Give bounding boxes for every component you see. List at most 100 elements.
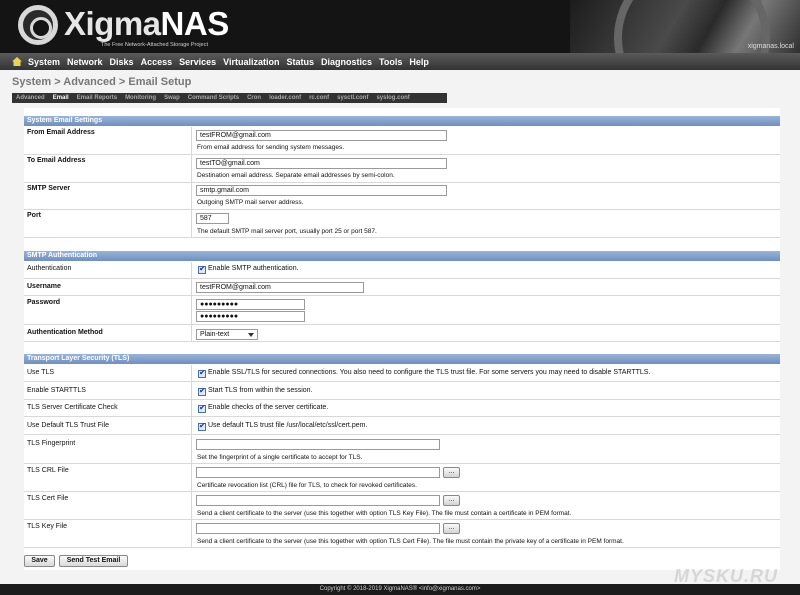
footer-copyright: Copyright © 2018-2019 XigmaNAS® <info@xi… <box>0 584 800 595</box>
authentication-label: Authentication <box>27 265 72 272</box>
username-input[interactable]: testFROM@gmail.com <box>196 282 364 293</box>
menu-network[interactable]: Network <box>67 57 103 67</box>
menu-system[interactable]: System <box>28 57 60 67</box>
row-to-email: To Email Address testTO@gmail.com Destin… <box>24 155 780 183</box>
fingerprint-label: TLS Fingerprint <box>27 440 76 447</box>
key-file-browse-button[interactable]: ... <box>443 523 460 534</box>
authentication-cell: Enable SMTP authentication. <box>191 262 780 278</box>
main-menu: System Network Disks Access Services Vir… <box>0 53 800 70</box>
auth-method-label: Authentication Method <box>27 329 103 336</box>
key-file-input[interactable] <box>196 523 440 534</box>
fingerprint-input[interactable] <box>196 439 440 450</box>
row-auth-method: Authentication Method Plain-text <box>24 325 780 342</box>
row-key-file: TLS Key File ... Send a client certifica… <box>24 520 780 548</box>
tab-loader-conf[interactable]: loader.conf <box>269 95 301 101</box>
crl-file-input[interactable] <box>196 467 440 478</box>
use-tls-checkbox[interactable] <box>198 368 206 378</box>
row-authentication: Authentication Enable SMTP authenticatio… <box>24 262 780 279</box>
starttls-checkbox-label: Start TLS from within the session. <box>208 387 313 394</box>
xigmanas-logo-icon <box>18 5 58 45</box>
port-label: Port <box>27 212 41 219</box>
row-smtp-server: SMTP Server smtp.gmail.com Outgoing SMTP… <box>24 183 780 210</box>
from-email-help: From email address for sending system me… <box>197 144 345 151</box>
port-cell: 587 The default SMTP mail server port, u… <box>191 210 780 237</box>
username-label: Username <box>27 283 61 290</box>
tab-command-scripts[interactable]: Command Scripts <box>188 95 239 101</box>
app-header: XigmaNAS The Free Network-Attached Stora… <box>0 0 800 53</box>
smtp-server-input[interactable]: smtp.gmail.com <box>196 185 447 196</box>
tab-syslog-conf[interactable]: syslog.conf <box>376 95 409 101</box>
menu-services[interactable]: Services <box>179 57 216 67</box>
to-email-help: Destination email address. Separate emai… <box>197 172 395 179</box>
from-email-label: From Email Address <box>27 129 95 136</box>
tab-rc-conf[interactable]: rc.conf <box>309 95 329 101</box>
hostname: xigmanas.local <box>747 43 794 50</box>
section-smtp-auth: SMTP Authentication <box>24 251 780 261</box>
smtp-server-help: Outgoing SMTP mail server address. <box>197 199 304 206</box>
cert-check-checkbox-label: Enable checks of the server certificate. <box>208 404 329 411</box>
username-cell: testFROM@gmail.com <box>191 279 780 295</box>
fingerprint-cell: Set the fingerprint of a single certific… <box>191 435 780 463</box>
cert-file-help: Send a client certificate to the server … <box>197 510 572 517</box>
auth-method-value: Plain-text <box>200 331 230 338</box>
trust-file-checkbox[interactable] <box>198 421 206 431</box>
starttls-cell: Start TLS from within the session. <box>191 382 780 399</box>
cert-file-label: TLS Cert File <box>27 495 69 502</box>
menu-diagnostics[interactable]: Diagnostics <box>321 57 372 67</box>
send-test-email-button[interactable]: Send Test Email <box>59 555 128 567</box>
brand-tagline: The Free Network-Attached Storage Projec… <box>101 42 208 48</box>
home-icon[interactable] <box>12 57 22 66</box>
cert-check-checkbox[interactable] <box>198 403 206 413</box>
cert-file-browse-button[interactable]: ... <box>443 495 460 506</box>
cert-check-cell: Enable checks of the server certificate. <box>191 400 780 416</box>
tab-cron[interactable]: Cron <box>247 95 261 101</box>
row-cert-check: TLS Server Certificate Check Enable chec… <box>24 400 780 417</box>
row-use-tls: Use TLS Enable SSL/TLS for secured conne… <box>24 365 780 382</box>
crl-file-label: TLS CRL File <box>27 467 69 474</box>
menu-help[interactable]: Help <box>409 57 429 67</box>
row-username: Username testFROM@gmail.com <box>24 279 780 296</box>
menu-status[interactable]: Status <box>287 57 315 67</box>
cert-file-input[interactable] <box>196 495 440 506</box>
smtp-auth-checkbox-label: Enable SMTP authentication. <box>208 265 299 272</box>
starttls-label: Enable STARTTLS <box>27 387 86 394</box>
starttls-checkbox[interactable] <box>198 386 206 396</box>
row-cert-file: TLS Cert File ... Send a client certific… <box>24 492 780 520</box>
use-tls-cell: Enable SSL/TLS for secured connections. … <box>191 365 780 381</box>
row-password: Password ●●●●●●●●● ●●●●●●●●● <box>24 296 780 325</box>
crl-file-help: Certificate revocation list (CRL) file f… <box>197 482 417 489</box>
chevron-down-icon <box>248 333 254 337</box>
trust-file-checkbox-label: Use default TLS trust file /usr/local/et… <box>208 422 368 429</box>
tab-sysctl-conf[interactable]: sysctl.conf <box>337 95 368 101</box>
key-file-cell: ... Send a client certificate to the ser… <box>191 520 780 547</box>
row-crl-file: TLS CRL File ... Certificate revocation … <box>24 464 780 492</box>
fingerprint-help: Set the fingerprint of a single certific… <box>197 454 363 461</box>
menu-virtualization[interactable]: Virtualization <box>223 57 279 67</box>
row-starttls: Enable STARTTLS Start TLS from within th… <box>24 382 780 400</box>
save-button[interactable]: Save <box>24 555 55 567</box>
tab-swap[interactable]: Swap <box>164 95 180 101</box>
trust-file-label: Use Default TLS Trust File <box>27 422 109 429</box>
tab-email[interactable]: Email <box>53 95 69 101</box>
password-input[interactable]: ●●●●●●●●● <box>196 299 305 310</box>
to-email-label: To Email Address <box>27 157 86 164</box>
auth-method-cell: Plain-text <box>191 325 780 341</box>
crl-file-cell: ... Certificate revocation list (CRL) fi… <box>191 464 780 491</box>
menu-tools[interactable]: Tools <box>379 57 402 67</box>
password-confirm-input[interactable]: ●●●●●●●●● <box>196 311 305 322</box>
row-from-email: From Email Address testFROM@gmail.com Fr… <box>24 127 780 155</box>
trust-file-cell: Use default TLS trust file /usr/local/et… <box>191 417 780 434</box>
tab-monitoring[interactable]: Monitoring <box>125 95 156 101</box>
menu-access[interactable]: Access <box>141 57 173 67</box>
tab-advanced[interactable]: Advanced <box>16 95 45 101</box>
menu-disks[interactable]: Disks <box>110 57 134 67</box>
tab-email-reports[interactable]: Email Reports <box>77 95 117 101</box>
from-email-input[interactable]: testFROM@gmail.com <box>196 130 447 141</box>
smtp-auth-checkbox[interactable] <box>198 264 206 274</box>
crl-file-browse-button[interactable]: ... <box>443 467 460 478</box>
cert-check-label: TLS Server Certificate Check <box>27 404 118 411</box>
auth-method-select[interactable]: Plain-text <box>196 329 258 340</box>
to-email-input[interactable]: testTO@gmail.com <box>196 158 447 169</box>
to-email-cell: testTO@gmail.com Destination email addre… <box>191 155 780 182</box>
port-input[interactable]: 587 <box>196 213 229 224</box>
